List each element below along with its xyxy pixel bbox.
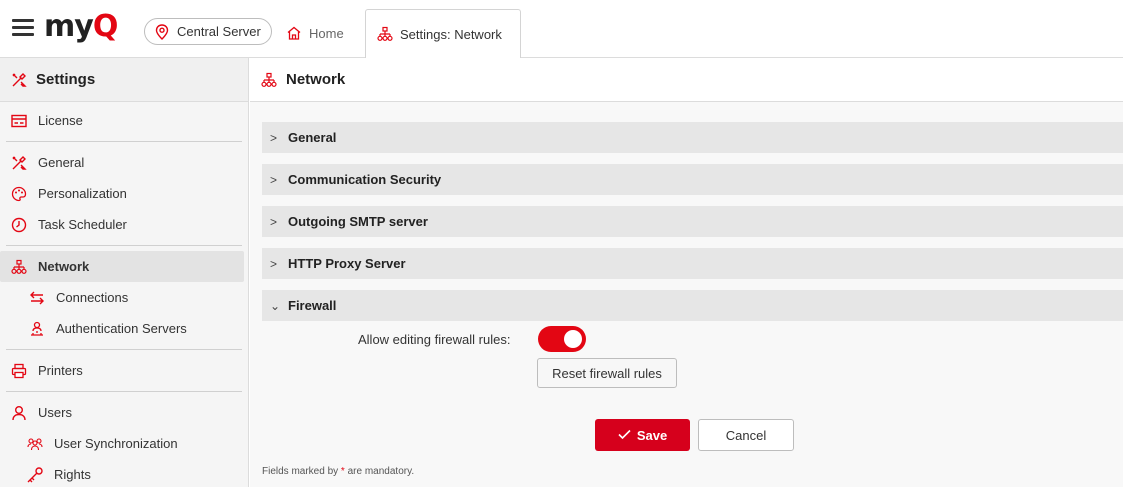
- sidebar-item-license[interactable]: License: [0, 105, 248, 136]
- section-title: Outgoing SMTP server: [288, 214, 428, 229]
- tab-home-label: Home: [309, 25, 344, 41]
- key-icon: [26, 466, 44, 484]
- license-card-icon: [10, 112, 28, 130]
- sidebar-item-authentication-servers[interactable]: Authentication Servers: [0, 313, 248, 344]
- sidebar-item-label: Task Scheduler: [38, 217, 127, 232]
- section-title: HTTP Proxy Server: [288, 256, 406, 271]
- clock-icon: [10, 216, 28, 234]
- sidebar-item-label: Personalization: [38, 186, 127, 201]
- sidebar-divider: [6, 349, 242, 350]
- allow-editing-toggle[interactable]: [538, 326, 586, 352]
- section-http-proxy[interactable]: > HTTP Proxy Server: [262, 248, 1123, 279]
- user-icon: [10, 404, 28, 422]
- hamburger-menu-icon[interactable]: [12, 19, 34, 37]
- users-sync-icon: [26, 435, 44, 453]
- myq-logo[interactable]: myQ: [44, 12, 118, 42]
- cancel-button[interactable]: Cancel: [698, 419, 794, 451]
- tools-icon: [10, 71, 28, 89]
- sidebar-divider: [6, 245, 242, 246]
- allow-editing-label: Allow editing firewall rules:: [358, 332, 511, 347]
- reset-firewall-rules-button[interactable]: Reset firewall rules: [537, 358, 677, 388]
- sidebar-item-connections[interactable]: Connections: [0, 282, 248, 313]
- server-selector[interactable]: Central Server: [144, 18, 272, 45]
- sidebar-item-printers[interactable]: Printers: [0, 355, 248, 386]
- page-header: Network: [250, 58, 1123, 102]
- chevron-right-icon: >: [270, 214, 278, 229]
- chevron-right-icon: >: [270, 130, 278, 145]
- chevron-right-icon: >: [270, 256, 278, 271]
- chevron-down-icon: ⌄: [270, 298, 281, 313]
- network-icon: [376, 25, 394, 43]
- page-title: Network: [286, 71, 346, 88]
- sidebar-divider: [6, 141, 242, 142]
- sidebar-item-user-synchronization[interactable]: User Synchronization: [0, 428, 248, 459]
- user-server-icon: [28, 320, 46, 338]
- top-bar: myQ Central Server Home Settings: Networ…: [0, 0, 1123, 59]
- sidebar-item-label: General: [38, 155, 85, 170]
- section-title: General: [288, 130, 337, 145]
- network-icon: [10, 258, 28, 276]
- sidebar-item-label: Users: [38, 405, 72, 420]
- sidebar-item-task-scheduler[interactable]: Task Scheduler: [0, 209, 248, 240]
- sidebar-title: Settings: [36, 71, 96, 88]
- sidebar-item-label: Network: [38, 259, 90, 274]
- tab-settings-network-label: Settings: Network: [400, 26, 502, 42]
- settings-sections: > General > Communication Security > Out…: [262, 122, 1123, 409]
- tab-home[interactable]: Home: [275, 18, 354, 48]
- section-firewall[interactable]: ⌄ Firewall: [262, 290, 1123, 321]
- mandatory-fields-note: Fields marked by * are mandatory.: [262, 466, 415, 477]
- sidebar-item-users[interactable]: Users: [0, 397, 248, 428]
- chevron-right-icon: >: [270, 172, 278, 187]
- sidebar-item-personalization[interactable]: Personalization: [0, 178, 248, 209]
- section-general[interactable]: > General: [262, 122, 1123, 153]
- sidebar-divider: [6, 391, 242, 392]
- sidebar-item-label: User Synchronization: [54, 436, 178, 451]
- main-content: Network > General > Communication Securi…: [250, 58, 1123, 487]
- firewall-section-body: Allow editing firewall rules: Reset fire…: [262, 321, 1123, 409]
- section-communication-security[interactable]: > Communication Security: [262, 164, 1123, 195]
- section-outgoing-smtp[interactable]: > Outgoing SMTP server: [262, 206, 1123, 237]
- sidebar-item-label: Printers: [38, 363, 83, 378]
- home-icon: [285, 24, 303, 42]
- location-pin-icon: [153, 23, 171, 41]
- save-button[interactable]: Save: [595, 419, 690, 451]
- save-button-label: Save: [636, 427, 668, 443]
- sidebar-item-label: Rights: [54, 467, 91, 482]
- sidebar-item-label: Connections: [56, 290, 129, 305]
- sidebar-item-network[interactable]: Network: [0, 251, 244, 282]
- section-title: Firewall: [288, 298, 337, 313]
- network-icon: [260, 71, 278, 89]
- settings-sidebar: Settings License General Personalization…: [0, 58, 249, 487]
- sidebar-item-rights[interactable]: Rights: [0, 459, 248, 487]
- tab-settings-network[interactable]: Settings: Network: [365, 9, 521, 59]
- server-label: Central Server: [177, 24, 261, 39]
- sidebar-item-label: License: [38, 113, 83, 128]
- sidebar-item-general[interactable]: General: [0, 147, 248, 178]
- printer-icon: [10, 362, 28, 380]
- palette-icon: [10, 185, 28, 203]
- sidebar-header: Settings: [0, 58, 248, 102]
- arrows-exchange-icon: [28, 289, 46, 307]
- sidebar-item-label: Authentication Servers: [56, 321, 187, 336]
- section-title: Communication Security: [288, 172, 442, 187]
- checkmark-icon: [618, 428, 631, 443]
- tools-icon: [10, 154, 28, 172]
